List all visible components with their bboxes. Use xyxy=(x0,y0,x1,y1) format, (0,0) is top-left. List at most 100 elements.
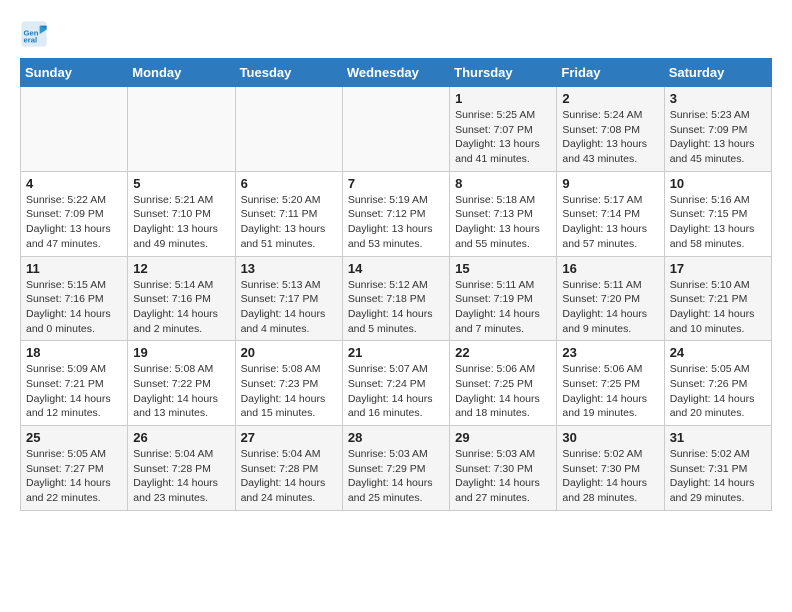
calendar-cell xyxy=(128,87,235,172)
calendar-cell: 15Sunrise: 5:11 AM Sunset: 7:19 PM Dayli… xyxy=(450,256,557,341)
calendar-cell: 11 Sunrise: 5:15 AM Sunset: 7:16 PM Dayli… xyxy=(21,256,128,341)
day-info: Sunrise: 5:20 AM Sunset: 7:11 PM Dayligh… xyxy=(241,193,337,252)
logo-icon: Gen eral xyxy=(20,20,48,48)
calendar-cell: 19 Sunrise: 5:08 AM Sunset: 7:22 PM Dayli… xyxy=(128,341,235,426)
calendar-cell: 16 Sunrise: 5:11 AM Sunset: 7:20 PM Dayli… xyxy=(557,256,664,341)
day-info: Sunrise: 5:18 AM Sunset: 7:13 PM Dayligh… xyxy=(455,193,551,252)
day-info: Sunrise: 5:12 AM Sunset: 7:18 PM Dayligh… xyxy=(348,278,444,337)
calendar-cell: 5 Sunrise: 5:21 AM Sunset: 7:10 PM Daylig… xyxy=(128,171,235,256)
day-number: 16 xyxy=(562,261,658,276)
day-number: 26 xyxy=(133,430,229,445)
header-row: SundayMondayTuesdayWednesdayThursdayFrid… xyxy=(21,59,772,87)
day-number: 21 xyxy=(348,345,444,360)
day-number: 17 xyxy=(670,261,766,276)
calendar-cell: 23 Sunrise: 5:06 AM Sunset: 7:25 PM Dayli… xyxy=(557,341,664,426)
day-number: 19 xyxy=(133,345,229,360)
calendar-cell: 14Sunrise: 5:12 AM Sunset: 7:18 PM Dayli… xyxy=(342,256,449,341)
week-row-1: 1 Sunrise: 5:25 AM Sunset: 7:07 PM Daylig… xyxy=(21,87,772,172)
calendar-cell xyxy=(21,87,128,172)
day-info: Sunrise: 5:03 AM Sunset: 7:29 PM Dayligh… xyxy=(348,447,444,506)
day-number: 12 xyxy=(133,261,229,276)
calendar-cell: 2 Sunrise: 5:24 AM Sunset: 7:08 PM Daylig… xyxy=(557,87,664,172)
calendar-cell: 30Sunrise: 5:02 AM Sunset: 7:30 PM Dayli… xyxy=(557,426,664,511)
day-info: Sunrise: 5:02 AM Sunset: 7:31 PM Dayligh… xyxy=(670,447,766,506)
header-wednesday: Wednesday xyxy=(342,59,449,87)
calendar-table: SundayMondayTuesdayWednesdayThursdayFrid… xyxy=(20,58,772,511)
day-number: 5 xyxy=(133,176,229,191)
calendar-cell: 20Sunrise: 5:08 AM Sunset: 7:23 PM Dayli… xyxy=(235,341,342,426)
svg-text:eral: eral xyxy=(24,35,38,44)
day-number: 1 xyxy=(455,91,551,106)
header-tuesday: Tuesday xyxy=(235,59,342,87)
calendar-cell: 3 Sunrise: 5:23 AM Sunset: 7:09 PM Daylig… xyxy=(664,87,771,172)
calendar-cell: 10 Sunrise: 5:16 AM Sunset: 7:15 PM Dayli… xyxy=(664,171,771,256)
calendar-cell: 27 Sunrise: 5:04 AM Sunset: 7:28 PM Dayli… xyxy=(235,426,342,511)
calendar-cell: 31 Sunrise: 5:02 AM Sunset: 7:31 PM Dayli… xyxy=(664,426,771,511)
day-number: 4 xyxy=(26,176,122,191)
day-info: Sunrise: 5:10 AM Sunset: 7:21 PM Dayligh… xyxy=(670,278,766,337)
header-saturday: Saturday xyxy=(664,59,771,87)
day-number: 2 xyxy=(562,91,658,106)
day-info: Sunrise: 5:07 AM Sunset: 7:24 PM Dayligh… xyxy=(348,362,444,421)
day-info: Sunrise: 5:05 AM Sunset: 7:26 PM Dayligh… xyxy=(670,362,766,421)
day-info: Sunrise: 5:06 AM Sunset: 7:25 PM Dayligh… xyxy=(455,362,551,421)
day-info: Sunrise: 5:04 AM Sunset: 7:28 PM Dayligh… xyxy=(133,447,229,506)
week-row-2: 4 Sunrise: 5:22 AM Sunset: 7:09 PM Daylig… xyxy=(21,171,772,256)
day-info: Sunrise: 5:09 AM Sunset: 7:21 PM Dayligh… xyxy=(26,362,122,421)
day-info: Sunrise: 5:22 AM Sunset: 7:09 PM Dayligh… xyxy=(26,193,122,252)
day-number: 31 xyxy=(670,430,766,445)
day-number: 24 xyxy=(670,345,766,360)
day-info: Sunrise: 5:23 AM Sunset: 7:09 PM Dayligh… xyxy=(670,108,766,167)
day-info: Sunrise: 5:03 AM Sunset: 7:30 PM Dayligh… xyxy=(455,447,551,506)
page-header: Gen eral xyxy=(20,20,772,48)
day-number: 9 xyxy=(562,176,658,191)
day-number: 11 xyxy=(26,261,122,276)
day-number: 23 xyxy=(562,345,658,360)
day-info: Sunrise: 5:17 AM Sunset: 7:14 PM Dayligh… xyxy=(562,193,658,252)
calendar-cell: 21 Sunrise: 5:07 AM Sunset: 7:24 PM Dayli… xyxy=(342,341,449,426)
day-number: 25 xyxy=(26,430,122,445)
header-thursday: Thursday xyxy=(450,59,557,87)
calendar-cell: 29 Sunrise: 5:03 AM Sunset: 7:30 PM Dayli… xyxy=(450,426,557,511)
day-info: Sunrise: 5:21 AM Sunset: 7:10 PM Dayligh… xyxy=(133,193,229,252)
calendar-cell: 1 Sunrise: 5:25 AM Sunset: 7:07 PM Daylig… xyxy=(450,87,557,172)
calendar-cell: 4 Sunrise: 5:22 AM Sunset: 7:09 PM Daylig… xyxy=(21,171,128,256)
header-friday: Friday xyxy=(557,59,664,87)
day-number: 3 xyxy=(670,91,766,106)
day-number: 6 xyxy=(241,176,337,191)
day-info: Sunrise: 5:06 AM Sunset: 7:25 PM Dayligh… xyxy=(562,362,658,421)
calendar-cell: 26 Sunrise: 5:04 AM Sunset: 7:28 PM Dayli… xyxy=(128,426,235,511)
day-info: Sunrise: 5:24 AM Sunset: 7:08 PM Dayligh… xyxy=(562,108,658,167)
calendar-cell: 9 Sunrise: 5:17 AM Sunset: 7:14 PM Daylig… xyxy=(557,171,664,256)
day-number: 29 xyxy=(455,430,551,445)
week-row-3: 11 Sunrise: 5:15 AM Sunset: 7:16 PM Dayli… xyxy=(21,256,772,341)
day-info: Sunrise: 5:25 AM Sunset: 7:07 PM Dayligh… xyxy=(455,108,551,167)
header-sunday: Sunday xyxy=(21,59,128,87)
calendar-cell: 8 Sunrise: 5:18 AM Sunset: 7:13 PM Daylig… xyxy=(450,171,557,256)
day-info: Sunrise: 5:11 AM Sunset: 7:20 PM Dayligh… xyxy=(562,278,658,337)
day-info: Sunrise: 5:08 AM Sunset: 7:22 PM Dayligh… xyxy=(133,362,229,421)
day-number: 27 xyxy=(241,430,337,445)
calendar-cell: 24 Sunrise: 5:05 AM Sunset: 7:26 PM Dayli… xyxy=(664,341,771,426)
calendar-cell: 12 Sunrise: 5:14 AM Sunset: 7:16 PM Dayli… xyxy=(128,256,235,341)
day-info: Sunrise: 5:08 AM Sunset: 7:23 PM Dayligh… xyxy=(241,362,337,421)
day-info: Sunrise: 5:19 AM Sunset: 7:12 PM Dayligh… xyxy=(348,193,444,252)
day-number: 8 xyxy=(455,176,551,191)
calendar-cell: 25Sunrise: 5:05 AM Sunset: 7:27 PM Dayli… xyxy=(21,426,128,511)
day-number: 28 xyxy=(348,430,444,445)
day-info: Sunrise: 5:04 AM Sunset: 7:28 PM Dayligh… xyxy=(241,447,337,506)
day-info: Sunrise: 5:15 AM Sunset: 7:16 PM Dayligh… xyxy=(26,278,122,337)
day-info: Sunrise: 5:14 AM Sunset: 7:16 PM Dayligh… xyxy=(133,278,229,337)
calendar-cell: 18 Sunrise: 5:09 AM Sunset: 7:21 PM Dayli… xyxy=(21,341,128,426)
day-number: 18 xyxy=(26,345,122,360)
week-row-5: 25Sunrise: 5:05 AM Sunset: 7:27 PM Dayli… xyxy=(21,426,772,511)
header-monday: Monday xyxy=(128,59,235,87)
day-number: 10 xyxy=(670,176,766,191)
day-info: Sunrise: 5:13 AM Sunset: 7:17 PM Dayligh… xyxy=(241,278,337,337)
day-info: Sunrise: 5:02 AM Sunset: 7:30 PM Dayligh… xyxy=(562,447,658,506)
calendar-cell: 28 Sunrise: 5:03 AM Sunset: 7:29 PM Dayli… xyxy=(342,426,449,511)
calendar-cell: 17 Sunrise: 5:10 AM Sunset: 7:21 PM Dayli… xyxy=(664,256,771,341)
day-info: Sunrise: 5:16 AM Sunset: 7:15 PM Dayligh… xyxy=(670,193,766,252)
logo: Gen eral xyxy=(20,20,52,48)
day-number: 22 xyxy=(455,345,551,360)
